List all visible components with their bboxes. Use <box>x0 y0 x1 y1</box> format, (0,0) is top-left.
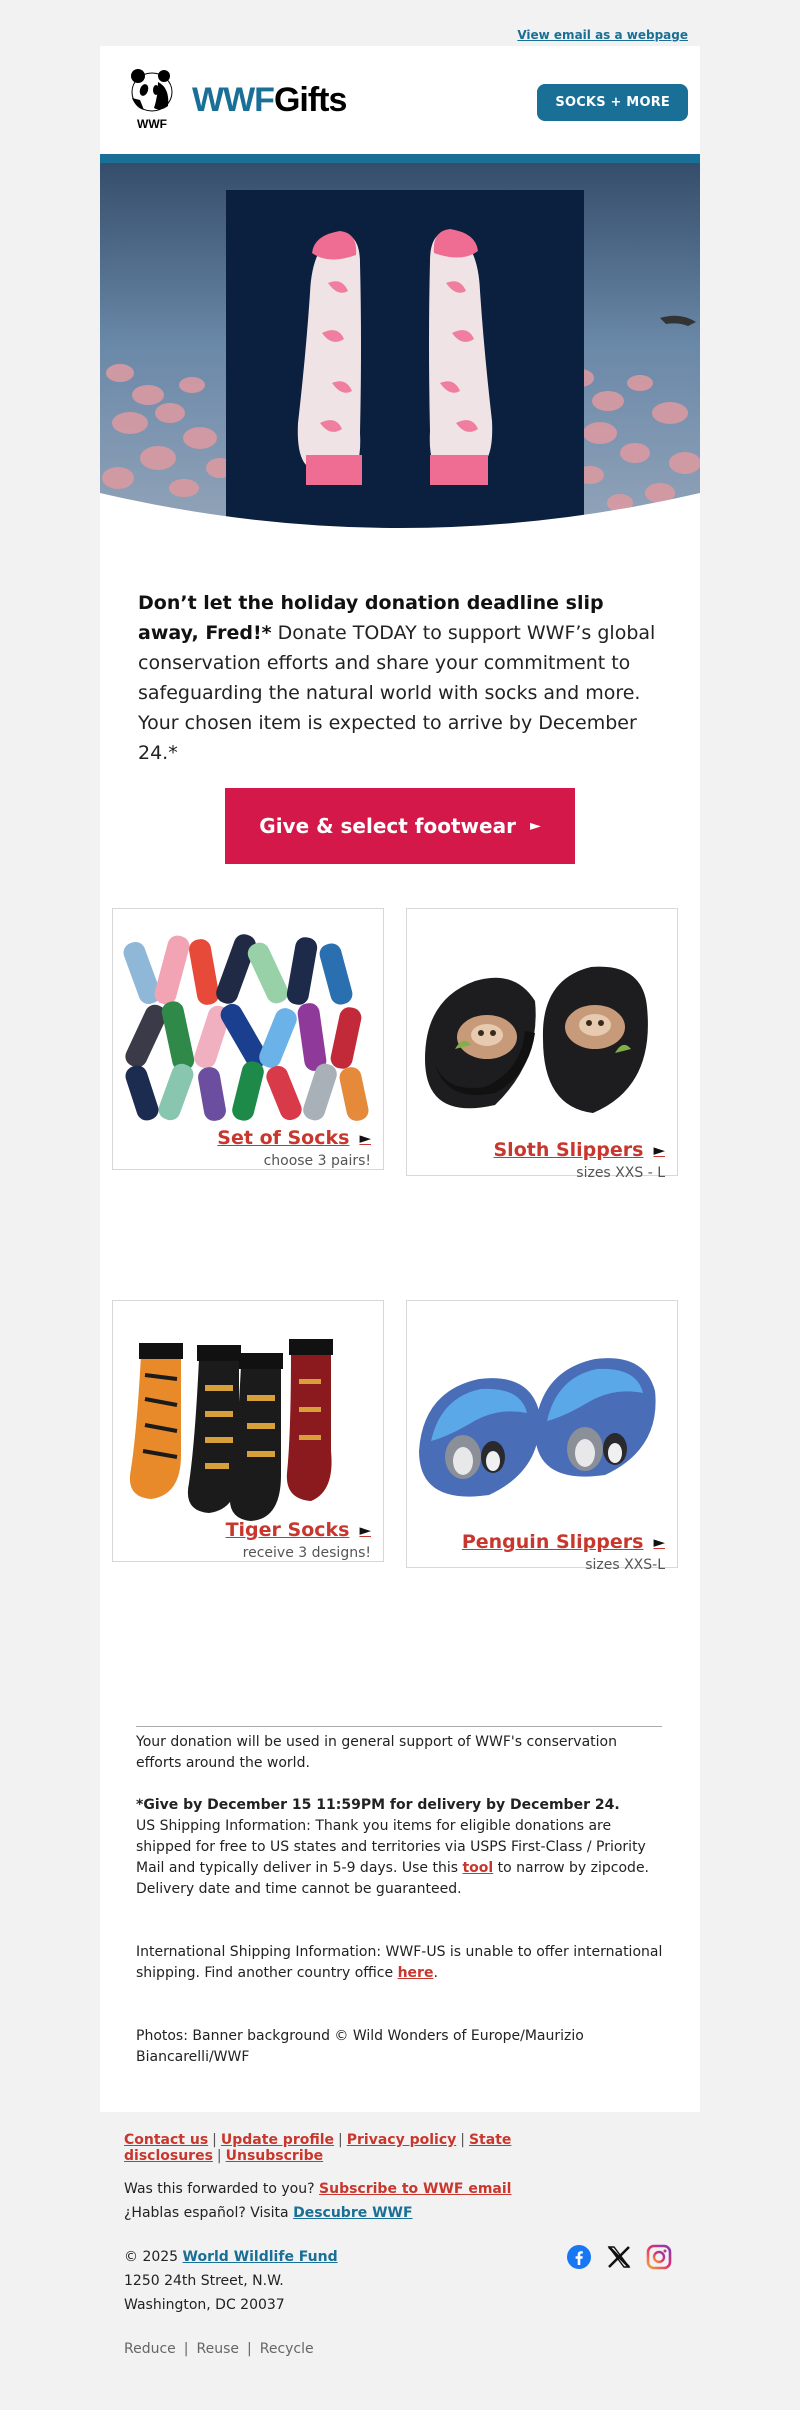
footer-links: Contact us | Update profile | Privacy policy… <box>124 2132 684 2164</box>
product-subtitle: sizes XXS - L <box>576 1165 665 1181</box>
set-of-socks-link[interactable]: Set of Socks ► <box>217 1127 371 1149</box>
deadline-note: *Give by December 15 11:59PM for deliver… <box>136 1797 620 1813</box>
social-links <box>566 2244 672 2270</box>
svg-text:WWF: WWF <box>137 117 167 131</box>
intl-shipping-text-end: . <box>433 1965 438 1981</box>
product-name: Penguin Slippers <box>461 1531 644 1553</box>
instagram-icon[interactable] <box>646 2244 672 2270</box>
address-line-2: Washington, DC 20037 <box>124 2297 285 2313</box>
us-shipping-note: *Give by December 15 11:59PM for deliver… <box>136 1795 666 1900</box>
wordmark-wwf: WWF <box>192 80 275 119</box>
copyright-text: © 2025 <box>124 2249 183 2265</box>
unsubscribe-link[interactable]: Unsubscribe <box>226 2148 324 2164</box>
intro-text: Don’t let the holiday donation deadline … <box>138 588 668 768</box>
wwf-gifts-wordmark: WWFGifts <box>192 80 347 120</box>
cta-label: Give & select footwear <box>259 814 516 838</box>
wordmark-gifts: Gifts <box>273 80 347 119</box>
product-card-tiger-socks[interactable]: Tiger Socks ► receive 3 designs! <box>112 1300 384 1562</box>
sloth-slippers-image <box>415 949 669 1129</box>
cta-arrow-icon: ► <box>529 818 541 834</box>
wwf-gifts-logo[interactable]: WWF WWFGifts <box>128 68 347 132</box>
x-icon[interactable] <box>606 2244 632 2270</box>
photo-credit: Photos: Banner background © Wild Wonders… <box>136 2028 584 2065</box>
reduce-reuse-recycle: Reduce | Reuse | Recycle <box>124 2341 684 2357</box>
product-subtitle: choose 3 pairs! <box>263 1153 371 1169</box>
panda-logo-icon: WWF <box>131 69 173 131</box>
footnote-divider <box>136 1726 662 1727</box>
header-divider <box>100 154 700 163</box>
tiger-socks-link[interactable]: Tiger Socks ► <box>226 1519 371 1541</box>
separator: | <box>338 2132 343 2148</box>
tiger-socks-image <box>121 1335 375 1535</box>
product-card-penguin-slippers[interactable]: Penguin Slippers ► sizes XXS-L <box>406 1300 678 1573</box>
view-as-webpage-link[interactable]: View email as a webpage <box>517 28 688 42</box>
arrow-right-icon: ► <box>653 1141 665 1159</box>
donation-use-note: Your donation will be used in general su… <box>136 1734 617 1771</box>
product-card-sloth-slippers[interactable]: Sloth Slippers ► sizes XXS - L <box>406 908 678 1181</box>
facebook-icon[interactable] <box>566 2244 592 2270</box>
set-of-socks-image <box>121 931 375 1123</box>
privacy-policy-link[interactable]: Privacy policy <box>347 2132 457 2148</box>
update-profile-link[interactable]: Update profile <box>221 2132 334 2148</box>
reuse-text: Reuse <box>196 2341 240 2357</box>
top-bar: View email as a webpage <box>0 0 800 46</box>
reduce-text: Reduce <box>124 2341 176 2357</box>
hero-banner[interactable] <box>100 163 700 566</box>
separator: | <box>183 2341 189 2357</box>
give-select-footwear-button[interactable]: Give & select footwear ► <box>225 788 575 864</box>
product-card-set-of-socks[interactable]: Set of Socks ► choose 3 pairs! <box>112 908 384 1170</box>
zipcode-tool-link[interactable]: tool <box>462 1860 493 1876</box>
spanish-text: ¿Hablas español? Visita <box>124 2205 294 2221</box>
penguin-slippers-link[interactable]: Penguin Slippers ► <box>462 1531 665 1553</box>
footnotes: Your donation will be used in general su… <box>136 1732 666 2089</box>
country-office-link[interactable]: here <box>398 1965 434 1981</box>
arrow-right-icon: ► <box>359 1521 371 1539</box>
penguin-slippers-image <box>415 1341 669 1521</box>
forwarded-text: Was this forwarded to you? <box>124 2181 320 2197</box>
socks-more-button[interactable]: SOCKS + MORE <box>537 84 688 121</box>
separator: | <box>212 2132 217 2148</box>
separator: | <box>460 2132 465 2148</box>
arrow-right-icon: ► <box>653 1533 665 1551</box>
contact-us-link[interactable]: Contact us <box>124 2132 208 2148</box>
product-name: Tiger Socks <box>225 1519 350 1541</box>
hero-image <box>100 163 700 566</box>
product-name: Sloth Slippers <box>493 1139 644 1161</box>
email-footer: Contact us | Update profile | Privacy policy… <box>124 2132 684 2357</box>
world-wildlife-fund-link[interactable]: World Wildlife Fund <box>183 2249 338 2265</box>
product-name: Set of Socks <box>217 1127 350 1149</box>
forwarded-line: Was this forwarded to you? Subscribe to … <box>124 2177 684 2225</box>
email-header: WWF WWFGifts SOCKS + MORE <box>100 46 700 154</box>
product-subtitle: sizes XXS-L <box>585 1557 665 1573</box>
sloth-slippers-link[interactable]: Sloth Slippers ► <box>494 1139 666 1161</box>
address-line-1: 1250 24th Street, N.W. <box>124 2273 284 2289</box>
descubre-wwf-link[interactable]: Descubre WWF <box>293 2205 412 2221</box>
subscribe-link[interactable]: Subscribe to WWF email <box>319 2181 511 2197</box>
recycle-text: Recycle <box>259 2341 314 2357</box>
separator: | <box>216 2148 222 2164</box>
arrow-right-icon: ► <box>359 1129 371 1147</box>
product-subtitle: receive 3 designs! <box>242 1545 371 1561</box>
separator: | <box>247 2341 252 2357</box>
international-shipping-note: International Shipping Information: WWF-… <box>136 1942 666 1984</box>
